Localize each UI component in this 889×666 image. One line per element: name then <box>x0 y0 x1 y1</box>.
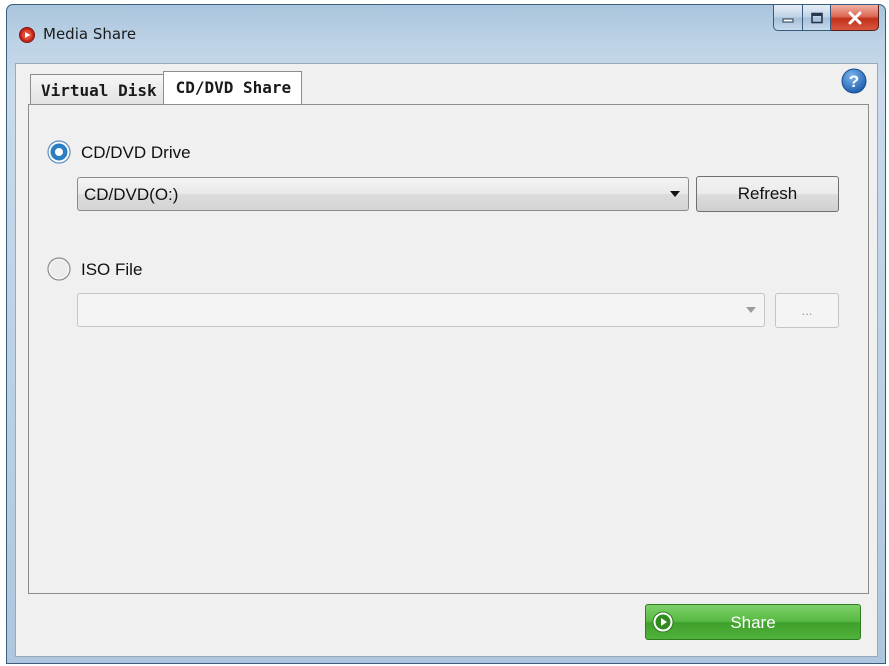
tab-cd-dvd-share[interactable]: CD/DVD Share <box>162 71 303 104</box>
help-glyph: ? <box>849 72 859 91</box>
minimize-button[interactable] <box>773 5 803 31</box>
media-share-window: Media Share Virtual Disk CD/DVD Share ? <box>6 4 886 664</box>
cd-dvd-drive-value: CD/DVD(O:) <box>84 185 179 204</box>
maximize-icon <box>810 12 823 23</box>
close-icon <box>848 11 861 24</box>
tab-virtual-disk[interactable]: Virtual Disk <box>30 74 164 104</box>
minimize-icon <box>782 18 794 22</box>
close-button[interactable] <box>831 5 879 31</box>
caption-buttons <box>773 5 879 33</box>
chevron-down-icon <box>670 191 680 197</box>
tab-bar: Virtual Disk CD/DVD Share <box>30 71 303 104</box>
cd-dvd-drive-radio[interactable] <box>47 140 71 164</box>
iso-file-select[interactable] <box>77 293 765 327</box>
window-title: Media Share <box>43 25 137 43</box>
browse-button[interactable]: ... <box>775 293 839 328</box>
share-button[interactable]: Share <box>645 604 861 640</box>
refresh-button[interactable]: Refresh <box>696 176 839 212</box>
share-label: Share <box>730 613 776 632</box>
title-bar[interactable]: Media Share <box>7 5 885 57</box>
share-panel: CD/DVD Drive CD/DVD(O:) Refresh ISO File… <box>28 104 869 594</box>
client-area: Virtual Disk CD/DVD Share ? CD/DVD Drive… <box>15 63 878 657</box>
maximize-button[interactable] <box>803 5 831 31</box>
cd-dvd-drive-select[interactable]: CD/DVD(O:) <box>77 177 689 211</box>
iso-file-radio[interactable] <box>47 257 71 281</box>
cd-dvd-drive-label[interactable]: CD/DVD Drive <box>81 143 191 163</box>
chevron-down-icon <box>746 307 756 313</box>
media-share-app-icon <box>19 27 35 43</box>
iso-file-label[interactable]: ISO File <box>81 260 142 280</box>
help-icon[interactable]: ? <box>841 68 867 94</box>
